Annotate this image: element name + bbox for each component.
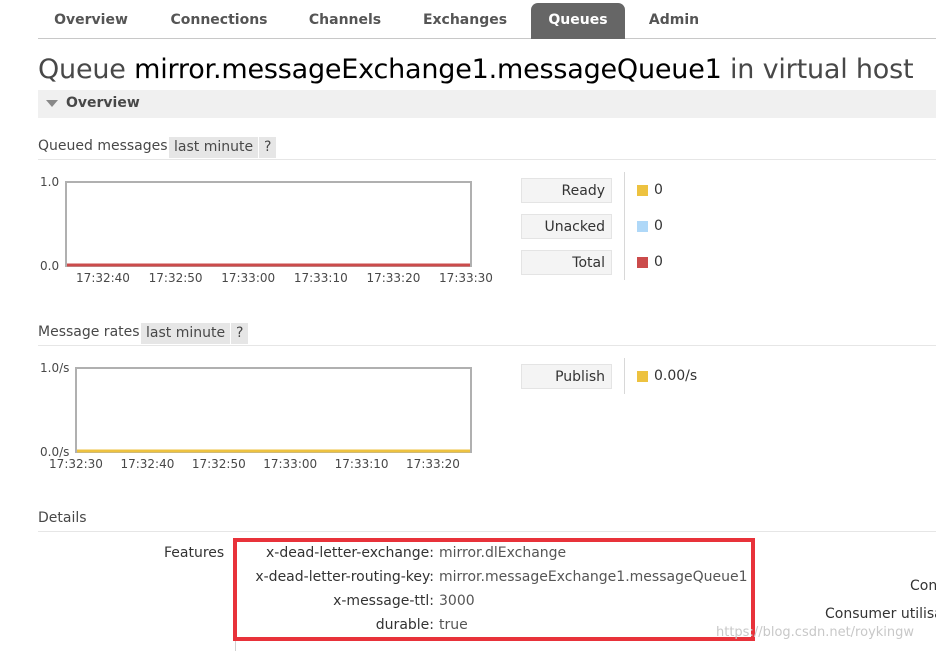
ready-swatch-icon: [637, 185, 648, 196]
watermark-text: https://blog.csdn.net/roykingw: [716, 625, 915, 640]
x-tick-label: 17:32:40: [76, 271, 130, 285]
tab-admin[interactable]: Admin: [638, 3, 710, 39]
x-tick-label: 17:33:10: [294, 271, 348, 285]
legend-total-value: 0: [654, 254, 663, 270]
y-tick-label: 1.0/s: [40, 361, 69, 375]
queued-range-selector[interactable]: last minute: [169, 137, 259, 158]
x-tick-label: 17:33:20: [406, 457, 460, 471]
queued-messages-label: Queued messages: [38, 138, 168, 154]
title-prefix: Queue: [38, 54, 135, 85]
features-label: Features: [164, 545, 225, 561]
x-tick-label: 17:32:50: [192, 457, 246, 471]
queued-messages-header: Queued messages last minute ?: [38, 137, 936, 160]
consumers-label: Con: [910, 578, 936, 594]
x-tick-label: 17:33:30: [439, 271, 493, 285]
queued-help-button[interactable]: ?: [259, 137, 277, 158]
legend-unacked-value: 0: [654, 218, 663, 234]
tab-exchanges[interactable]: Exchanges: [415, 3, 515, 39]
rates-help-button[interactable]: ?: [231, 323, 249, 344]
legend-publish-label: Publish: [521, 364, 612, 389]
message-rates-chart-svg: 1.0/s0.0/s17:32:30 17:32:40 17:32:50 17:33:…: [40, 361, 472, 471]
queue-name: mirror.messageExchange1.messageQueue1: [134, 54, 722, 85]
features-highlight-box: [233, 538, 755, 641]
unacked-swatch-icon: [637, 221, 648, 232]
page-title: Queue mirror.messageExchange1.messageQue…: [38, 54, 914, 85]
legend-separator: [624, 172, 625, 280]
plot-area: [75, 367, 472, 453]
tab-connections[interactable]: Connections: [163, 3, 275, 39]
message-rates-header: Message rates last minute ?: [38, 323, 936, 346]
main-nav-tabs: Overview Connections Channels Exchanges …: [38, 0, 936, 39]
rates-range-selector[interactable]: last minute: [141, 323, 231, 344]
message-rates-label: Message rates: [38, 324, 140, 340]
legend-ready-label: Ready: [521, 178, 612, 203]
x-tick-label: 17:33:10: [335, 457, 389, 471]
details-label: Details: [38, 510, 87, 526]
y-tick-label: 0.0: [40, 259, 59, 273]
legend-unacked-label: Unacked: [521, 214, 612, 239]
overview-section-label: Overview: [66, 95, 140, 111]
publish-swatch-icon: [637, 371, 648, 382]
collapse-triangle-icon: [46, 100, 58, 107]
queued-messages-chart: 1.0 0.0 17:32:40 17:32:50 17:33:00 17:33:10 17…: [38, 172, 508, 292]
overview-section-toggle[interactable]: Overview: [38, 90, 936, 118]
legend-publish-value: 0.00/s: [654, 368, 698, 384]
total-swatch-icon: [637, 257, 648, 268]
y-tick-label: 1.0: [40, 175, 59, 189]
tab-overview[interactable]: Overview: [46, 3, 136, 39]
title-suffix: in virtual host: [721, 54, 914, 85]
x-tick-label: 17:33:20: [366, 271, 420, 285]
x-tick-label: 17:32:40: [120, 457, 174, 471]
tab-queues[interactable]: Queues: [531, 3, 625, 39]
plot-area: [65, 181, 472, 267]
legend-separator: [624, 358, 625, 394]
message-rates-chart: 1.0/s 0.0/s 17:32:30 17:32:40 17:32:50 17:33:…: [38, 358, 508, 478]
details-header: Details: [38, 509, 936, 532]
x-tick-label: 17:32:30: [49, 457, 103, 471]
x-tick-label: 17:33:00: [263, 457, 317, 471]
x-tick-label: 17:32:50: [149, 271, 203, 285]
legend-total-label: Total: [521, 250, 612, 275]
queued-messages-chart-svg: 1.0 0.0 17:32:40 17:32:50 17:33:00 17:33:10 17…: [40, 175, 493, 285]
legend-ready-value: 0: [654, 182, 663, 198]
tab-channels[interactable]: Channels: [300, 3, 390, 39]
consumer-utilisation-label: Consumer utilisa: [825, 606, 936, 622]
x-tick-label: 17:33:00: [221, 271, 275, 285]
